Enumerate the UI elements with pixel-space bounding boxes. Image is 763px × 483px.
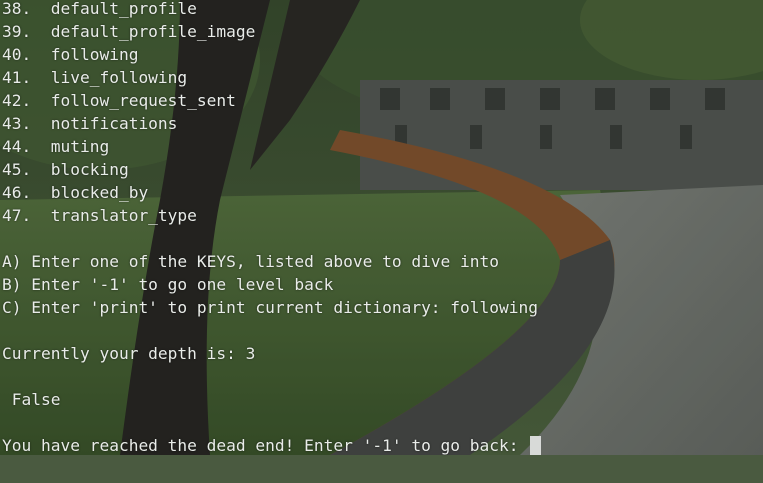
key-list-item: 43. notifications <box>2 114 178 133</box>
current-value: False <box>2 390 61 409</box>
input-prompt-line[interactable]: You have reached the dead end! Enter '-1… <box>2 434 542 457</box>
key-list-item: 38. default_profile <box>2 0 197 18</box>
prompt-text: You have reached the dead end! Enter '-1… <box>2 436 529 455</box>
key-list-item: 45. blocking <box>2 160 129 179</box>
text-cursor[interactable] <box>530 436 542 455</box>
key-list-item: 39. default_profile_image <box>2 22 256 41</box>
key-list-item: 40. following <box>2 45 139 64</box>
key-list-item: 46. blocked_by <box>2 183 149 202</box>
key-list-item: 41. live_following <box>2 68 188 87</box>
key-list-item: 47. translator_type <box>2 206 197 225</box>
key-list-item: 42. follow_request_sent <box>2 91 236 110</box>
option-b-text: B) Enter '-1' to go one level back <box>2 275 334 294</box>
key-list-item: 44. muting <box>2 137 110 156</box>
terminal-output: 38. default_profile 39. default_profile_… <box>0 0 763 455</box>
option-a-text: A) Enter one of the KEYS, listed above t… <box>2 252 500 271</box>
option-c-text: C) Enter 'print' to print current dictio… <box>2 298 539 317</box>
depth-status: Currently your depth is: 3 <box>2 344 256 363</box>
